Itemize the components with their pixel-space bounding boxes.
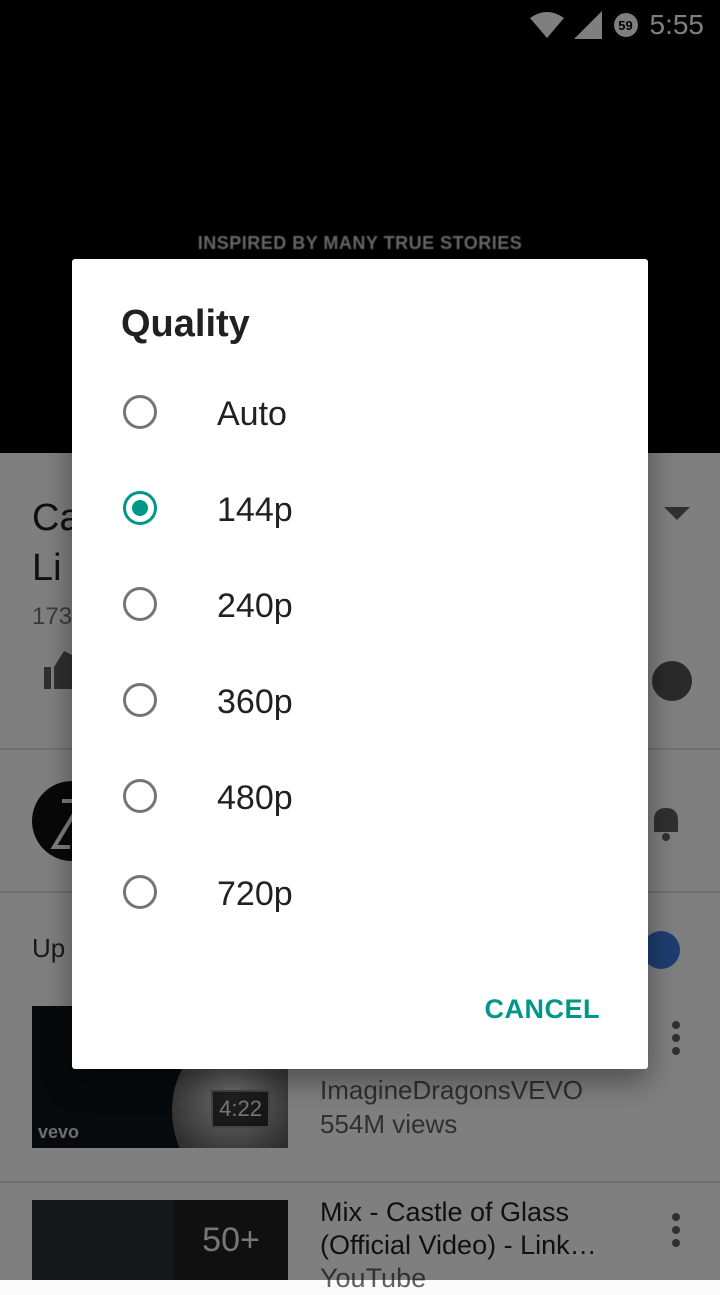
option-label: 360p [217,683,293,721]
radio-button[interactable] [123,779,157,813]
quality-dialog: Quality Auto 144p 240p 360p 480p 720p CA… [72,259,648,1069]
quality-option-480p[interactable]: 480p [72,751,648,847]
radio-button[interactable] [123,683,157,717]
option-label: Auto [217,395,287,433]
quality-option-144p[interactable]: 144p [72,463,648,559]
cancel-button[interactable]: CANCEL [485,994,601,1025]
quality-option-240p[interactable]: 240p [72,559,648,655]
option-label: 144p [217,491,293,529]
dialog-title: Quality [121,303,250,345]
radio-button[interactable] [123,875,157,909]
option-label: 720p [217,875,293,913]
option-label: 240p [217,587,293,625]
radio-button[interactable] [123,587,157,621]
radio-button[interactable] [123,395,157,429]
radio-button-selected[interactable] [123,491,157,525]
quality-option-360p[interactable]: 360p [72,655,648,751]
quality-option-720p[interactable]: 720p [72,847,648,943]
quality-option-auto[interactable]: Auto [72,367,648,463]
option-label: 480p [217,779,293,817]
